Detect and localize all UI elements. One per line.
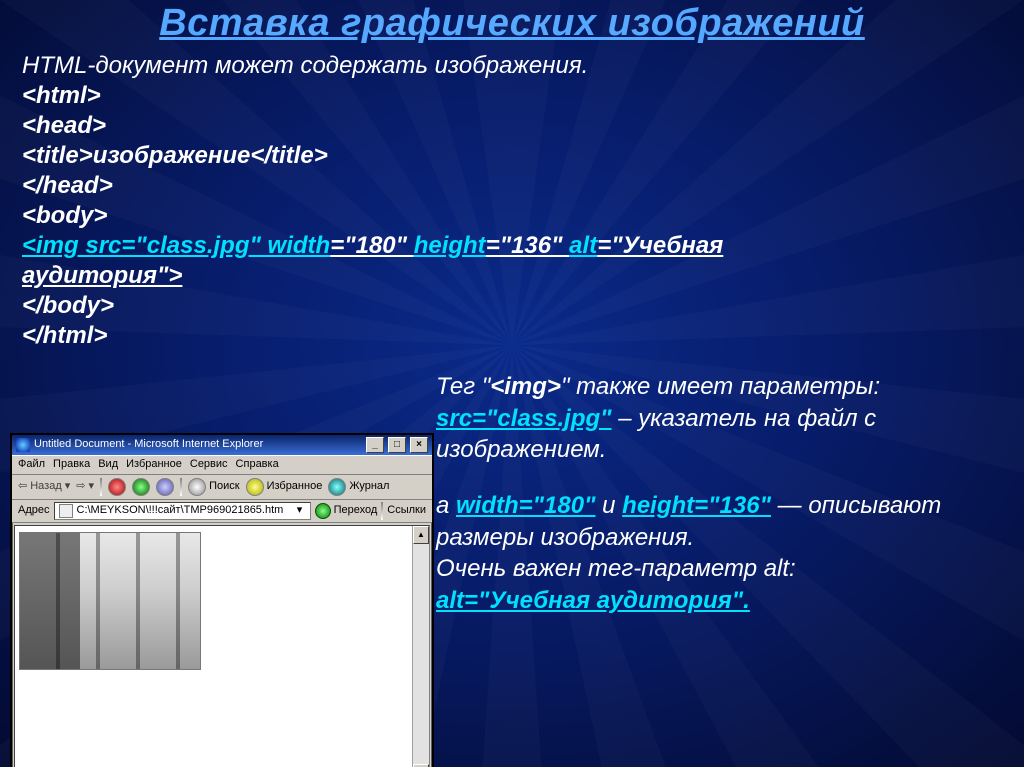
alt-param: alt="Учебная аудитория". [436, 587, 750, 614]
code-line: <body> [22, 201, 1002, 231]
close-button[interactable]: × [410, 437, 428, 453]
clock-icon [328, 478, 346, 496]
address-value: C:\MEYKSON\!!!сайт\TMP969021865.htm [77, 504, 290, 518]
toolbar-sep [180, 478, 182, 496]
slide-content: HTML-документ может содержать изображени… [0, 45, 1024, 351]
search-button[interactable]: Поиск [188, 478, 239, 496]
ie-titlebar: Untitled Document - Microsoft Internet E… [12, 435, 432, 455]
code-line: <title>изображение</title> [22, 141, 1002, 171]
img-alt-val1: ="Учебная [597, 232, 723, 259]
img-height: height [414, 232, 486, 259]
classroom-image [19, 532, 201, 670]
menu-file[interactable]: Файл [18, 458, 45, 472]
txt: Тег " [436, 373, 490, 400]
height-param: height="136" [622, 492, 771, 519]
txt: а [436, 492, 456, 519]
doc-icon [59, 504, 73, 518]
star-icon [246, 478, 264, 496]
img-alt-val2: аудитория"> [22, 262, 182, 289]
explanation: Тег "<img>" также имеет параметры: src="… [436, 371, 996, 617]
address-label: Адрес [18, 504, 50, 518]
back-button[interactable]: ⇦ Назад ▾ [18, 480, 70, 494]
forward-button[interactable]: ⇨ ▾ [76, 480, 94, 494]
menu-view[interactable]: Вид [98, 458, 118, 472]
toolbar-sep [381, 502, 383, 520]
vertical-scrollbar[interactable]: ▲ ▼ [412, 526, 429, 767]
img-src-width: <img src="class.jpg" width [22, 232, 330, 259]
menu-help[interactable]: Справка [236, 458, 279, 472]
ie-toolbar: ⇦ Назад ▾ ⇨ ▾ Поиск Избранное Журнал [12, 475, 432, 500]
code-line: </head> [22, 171, 1002, 201]
width-param: width="180" [456, 492, 595, 519]
ie-logo-icon [16, 438, 30, 452]
txt: и [595, 492, 622, 519]
ie-title-text: Untitled Document - Microsoft Internet E… [34, 438, 362, 452]
minimize-button[interactable]: _ [366, 437, 384, 453]
search-icon [188, 478, 206, 496]
refresh-icon[interactable] [132, 478, 150, 496]
go-button[interactable]: Переход [315, 503, 378, 519]
ie-window: Untitled Document - Microsoft Internet E… [10, 433, 434, 767]
ie-addressbar: Адрес C:\MEYKSON\!!!сайт\TMP969021865.ht… [12, 500, 432, 523]
menu-tools[interactable]: Сервис [190, 458, 228, 472]
links-label[interactable]: Ссылки [387, 504, 426, 518]
address-dropdown-icon[interactable]: ▾ [294, 504, 306, 518]
img-alt: alt [569, 232, 597, 259]
img-eq180: ="180" [330, 232, 413, 259]
scroll-up-icon[interactable]: ▲ [413, 526, 429, 544]
code-line: </html> [22, 321, 1002, 351]
src-param: src="class.jpg" [436, 405, 612, 432]
img-eq136: ="136" [486, 232, 569, 259]
toolbar-sep [100, 478, 102, 496]
maximize-button[interactable]: □ [388, 437, 406, 453]
code-block: <html> <head> <title>изображение</title>… [22, 81, 1002, 351]
img-tag: <img> [490, 373, 561, 400]
home-icon[interactable] [156, 478, 174, 496]
menu-fav[interactable]: Избранное [126, 458, 182, 472]
ie-viewport: ▲ ▼ [14, 525, 430, 767]
journal-button[interactable]: Журнал [328, 478, 389, 496]
code-line-img: <img src="class.jpg" width="180" height=… [22, 231, 1002, 291]
menu-edit[interactable]: Правка [53, 458, 90, 472]
ie-menubar: Файл Правка Вид Избранное Сервис Справка [12, 455, 432, 475]
code-line: <head> [22, 111, 1002, 141]
favorites-button[interactable]: Избранное [246, 478, 323, 496]
code-line: </body> [22, 291, 1002, 321]
stop-icon[interactable] [108, 478, 126, 496]
txt: Очень важен тег-параметр alt: [436, 555, 796, 582]
txt: " также имеет параметры: [561, 373, 880, 400]
code-line: <html> [22, 81, 1002, 111]
intro-text: HTML-документ может содержать изображени… [22, 51, 1002, 81]
address-input[interactable]: C:\MEYKSON\!!!сайт\TMP969021865.htm ▾ [54, 502, 311, 520]
go-icon [315, 503, 331, 519]
slide-title: Вставка графических изображений [0, 0, 1024, 45]
